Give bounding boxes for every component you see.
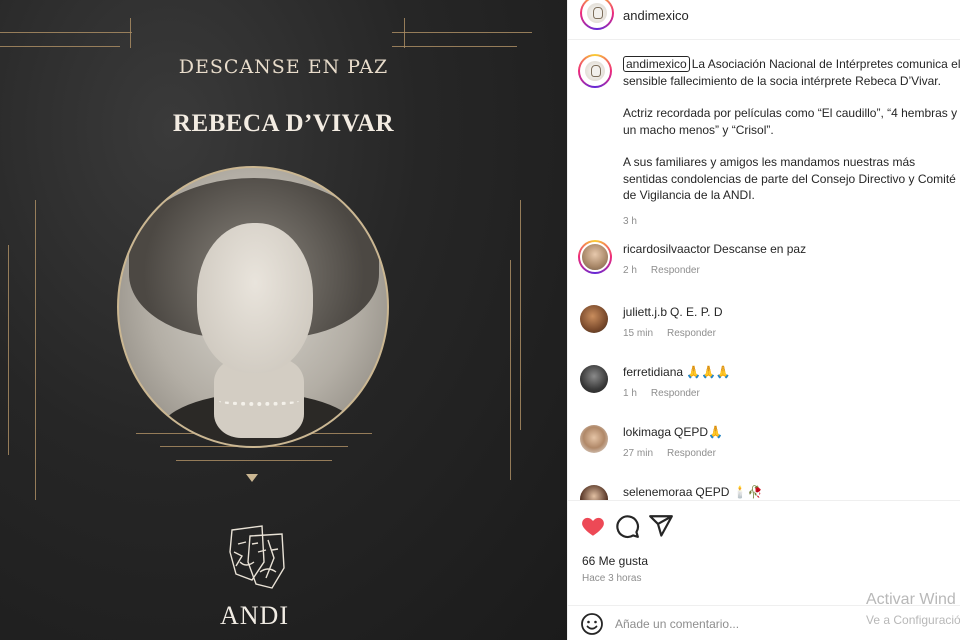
heart-filled-icon[interactable] bbox=[580, 513, 606, 539]
comment-time: 15 min bbox=[623, 328, 654, 339]
post-timestamp: Hace 3 horas bbox=[582, 573, 642, 584]
caption-avatar[interactable] bbox=[578, 54, 612, 88]
comment-text: Descanse en paz bbox=[713, 242, 807, 256]
caption-text: andimexico La Asociación Nacional de Inté… bbox=[623, 56, 960, 230]
comment-meta: 2 h Responder bbox=[623, 265, 714, 276]
decorative-line bbox=[8, 245, 9, 455]
decorative-line bbox=[520, 200, 521, 430]
caption-username[interactable]: andimexico bbox=[623, 56, 690, 72]
emoji-icon[interactable] bbox=[580, 612, 604, 636]
add-comment-input[interactable] bbox=[615, 614, 875, 634]
comment-meta: 15 min Responder bbox=[623, 328, 730, 339]
decorative-line bbox=[176, 460, 332, 461]
comment-icon[interactable] bbox=[614, 513, 640, 539]
likes-count[interactable]: 66 Me gusta bbox=[582, 554, 648, 568]
comment-avatar[interactable] bbox=[580, 485, 608, 500]
decorative-line bbox=[0, 46, 120, 47]
comment-text: QEPD🙏 bbox=[674, 425, 723, 439]
comment-avatar[interactable] bbox=[580, 365, 608, 393]
comment-username[interactable]: ricardosilvaactor bbox=[623, 242, 710, 256]
post-image: DESCANSE EN PAZ REBECA D’VIVAR ANDI bbox=[0, 0, 567, 640]
comment-username[interactable]: selenemoraa bbox=[623, 485, 692, 499]
andi-logo-avatar-icon bbox=[585, 61, 605, 81]
comment-text: 🙏🙏🙏 bbox=[686, 365, 731, 379]
reply-button[interactable]: Responder bbox=[651, 265, 700, 276]
comment-text: Q. E. P. D bbox=[670, 305, 723, 319]
comment-item: ricardosilvaactor Descanse en paz 2 h Resp… bbox=[578, 240, 955, 282]
reply-button[interactable]: Responder bbox=[667, 448, 716, 459]
comment-username[interactable]: juliett.j.b bbox=[623, 305, 667, 319]
caption-timestamp: 3 h bbox=[623, 215, 637, 227]
decorative-line bbox=[0, 32, 132, 33]
decorative-line bbox=[404, 18, 405, 48]
comment-avatar[interactable] bbox=[580, 425, 608, 453]
andi-logo-avatar-icon bbox=[587, 3, 607, 23]
watermark-line-2: Ve a Configuració bbox=[866, 613, 960, 627]
comment-body: ferretidiana 🙏🙏🙏 bbox=[623, 365, 953, 379]
decorative-line bbox=[130, 18, 131, 48]
caption-paragraph-2: Actriz recordada por películas como “El … bbox=[623, 106, 958, 137]
comment-body: selenemoraa QEPD 🕯️🥀 bbox=[623, 485, 953, 499]
comment-username[interactable]: lokimaga bbox=[623, 425, 671, 439]
comment-avatar[interactable] bbox=[580, 305, 608, 333]
comment-text: QEPD 🕯️🥀 bbox=[695, 485, 763, 499]
decorative-line bbox=[35, 200, 36, 500]
watermark-line-1: Activar Wind bbox=[866, 591, 956, 608]
send-icon[interactable] bbox=[648, 513, 674, 539]
comment-body: ricardosilvaactor Descanse en paz bbox=[623, 242, 953, 256]
header-avatar[interactable] bbox=[580, 0, 614, 30]
memorial-name: REBECA D’VIVAR bbox=[172, 110, 395, 137]
portrait-photo bbox=[117, 166, 389, 448]
decorative-line bbox=[392, 32, 532, 33]
memorial-heading: DESCANSE EN PAZ bbox=[178, 56, 389, 78]
comment-time: 27 min bbox=[623, 448, 654, 459]
comment-meta: 27 min Responder bbox=[623, 448, 730, 459]
comment-body: lokimaga QEPD🙏 bbox=[623, 425, 953, 439]
comments-list[interactable]: ricardosilvaactor Descanse en paz 2 h Resp… bbox=[568, 230, 960, 500]
comment-item: lokimaga QEPD🙏 27 min Responder bbox=[580, 425, 955, 465]
caption-paragraph-3: A sus familiares y amigos les mandamos n… bbox=[623, 155, 956, 202]
comment-avatar[interactable] bbox=[578, 240, 612, 274]
decorative-line bbox=[510, 260, 511, 480]
comment-meta: 1 h Responder bbox=[623, 388, 714, 399]
chevron-ornament-icon bbox=[246, 474, 258, 482]
comment-item: ferretidiana 🙏🙏🙏 1 h Responder bbox=[580, 365, 955, 405]
reply-button[interactable]: Responder bbox=[667, 328, 716, 339]
comment-item: juliett.j.b Q. E. P. D 15 min Responder bbox=[580, 305, 955, 345]
windows-activation-watermark: Activar Wind Ve a Configuració bbox=[866, 590, 960, 630]
comment-item: selenemoraa QEPD 🕯️🥀 bbox=[580, 485, 955, 500]
comment-username[interactable]: ferretidiana bbox=[623, 365, 683, 379]
header-username[interactable]: andimexico bbox=[623, 8, 689, 23]
post-side-panel: andimexico andimexico La Asociación Nacio… bbox=[567, 0, 960, 640]
andi-logo-text: ANDI bbox=[220, 601, 289, 630]
comment-time: 1 h bbox=[623, 388, 637, 399]
decorative-line bbox=[392, 46, 517, 47]
comment-time: 2 h bbox=[623, 265, 637, 276]
reply-button[interactable]: Responder bbox=[651, 388, 700, 399]
comment-body: juliett.j.b Q. E. P. D bbox=[623, 305, 953, 319]
andi-masks-logo-icon bbox=[229, 525, 285, 589]
post-header: andimexico bbox=[568, 0, 960, 40]
